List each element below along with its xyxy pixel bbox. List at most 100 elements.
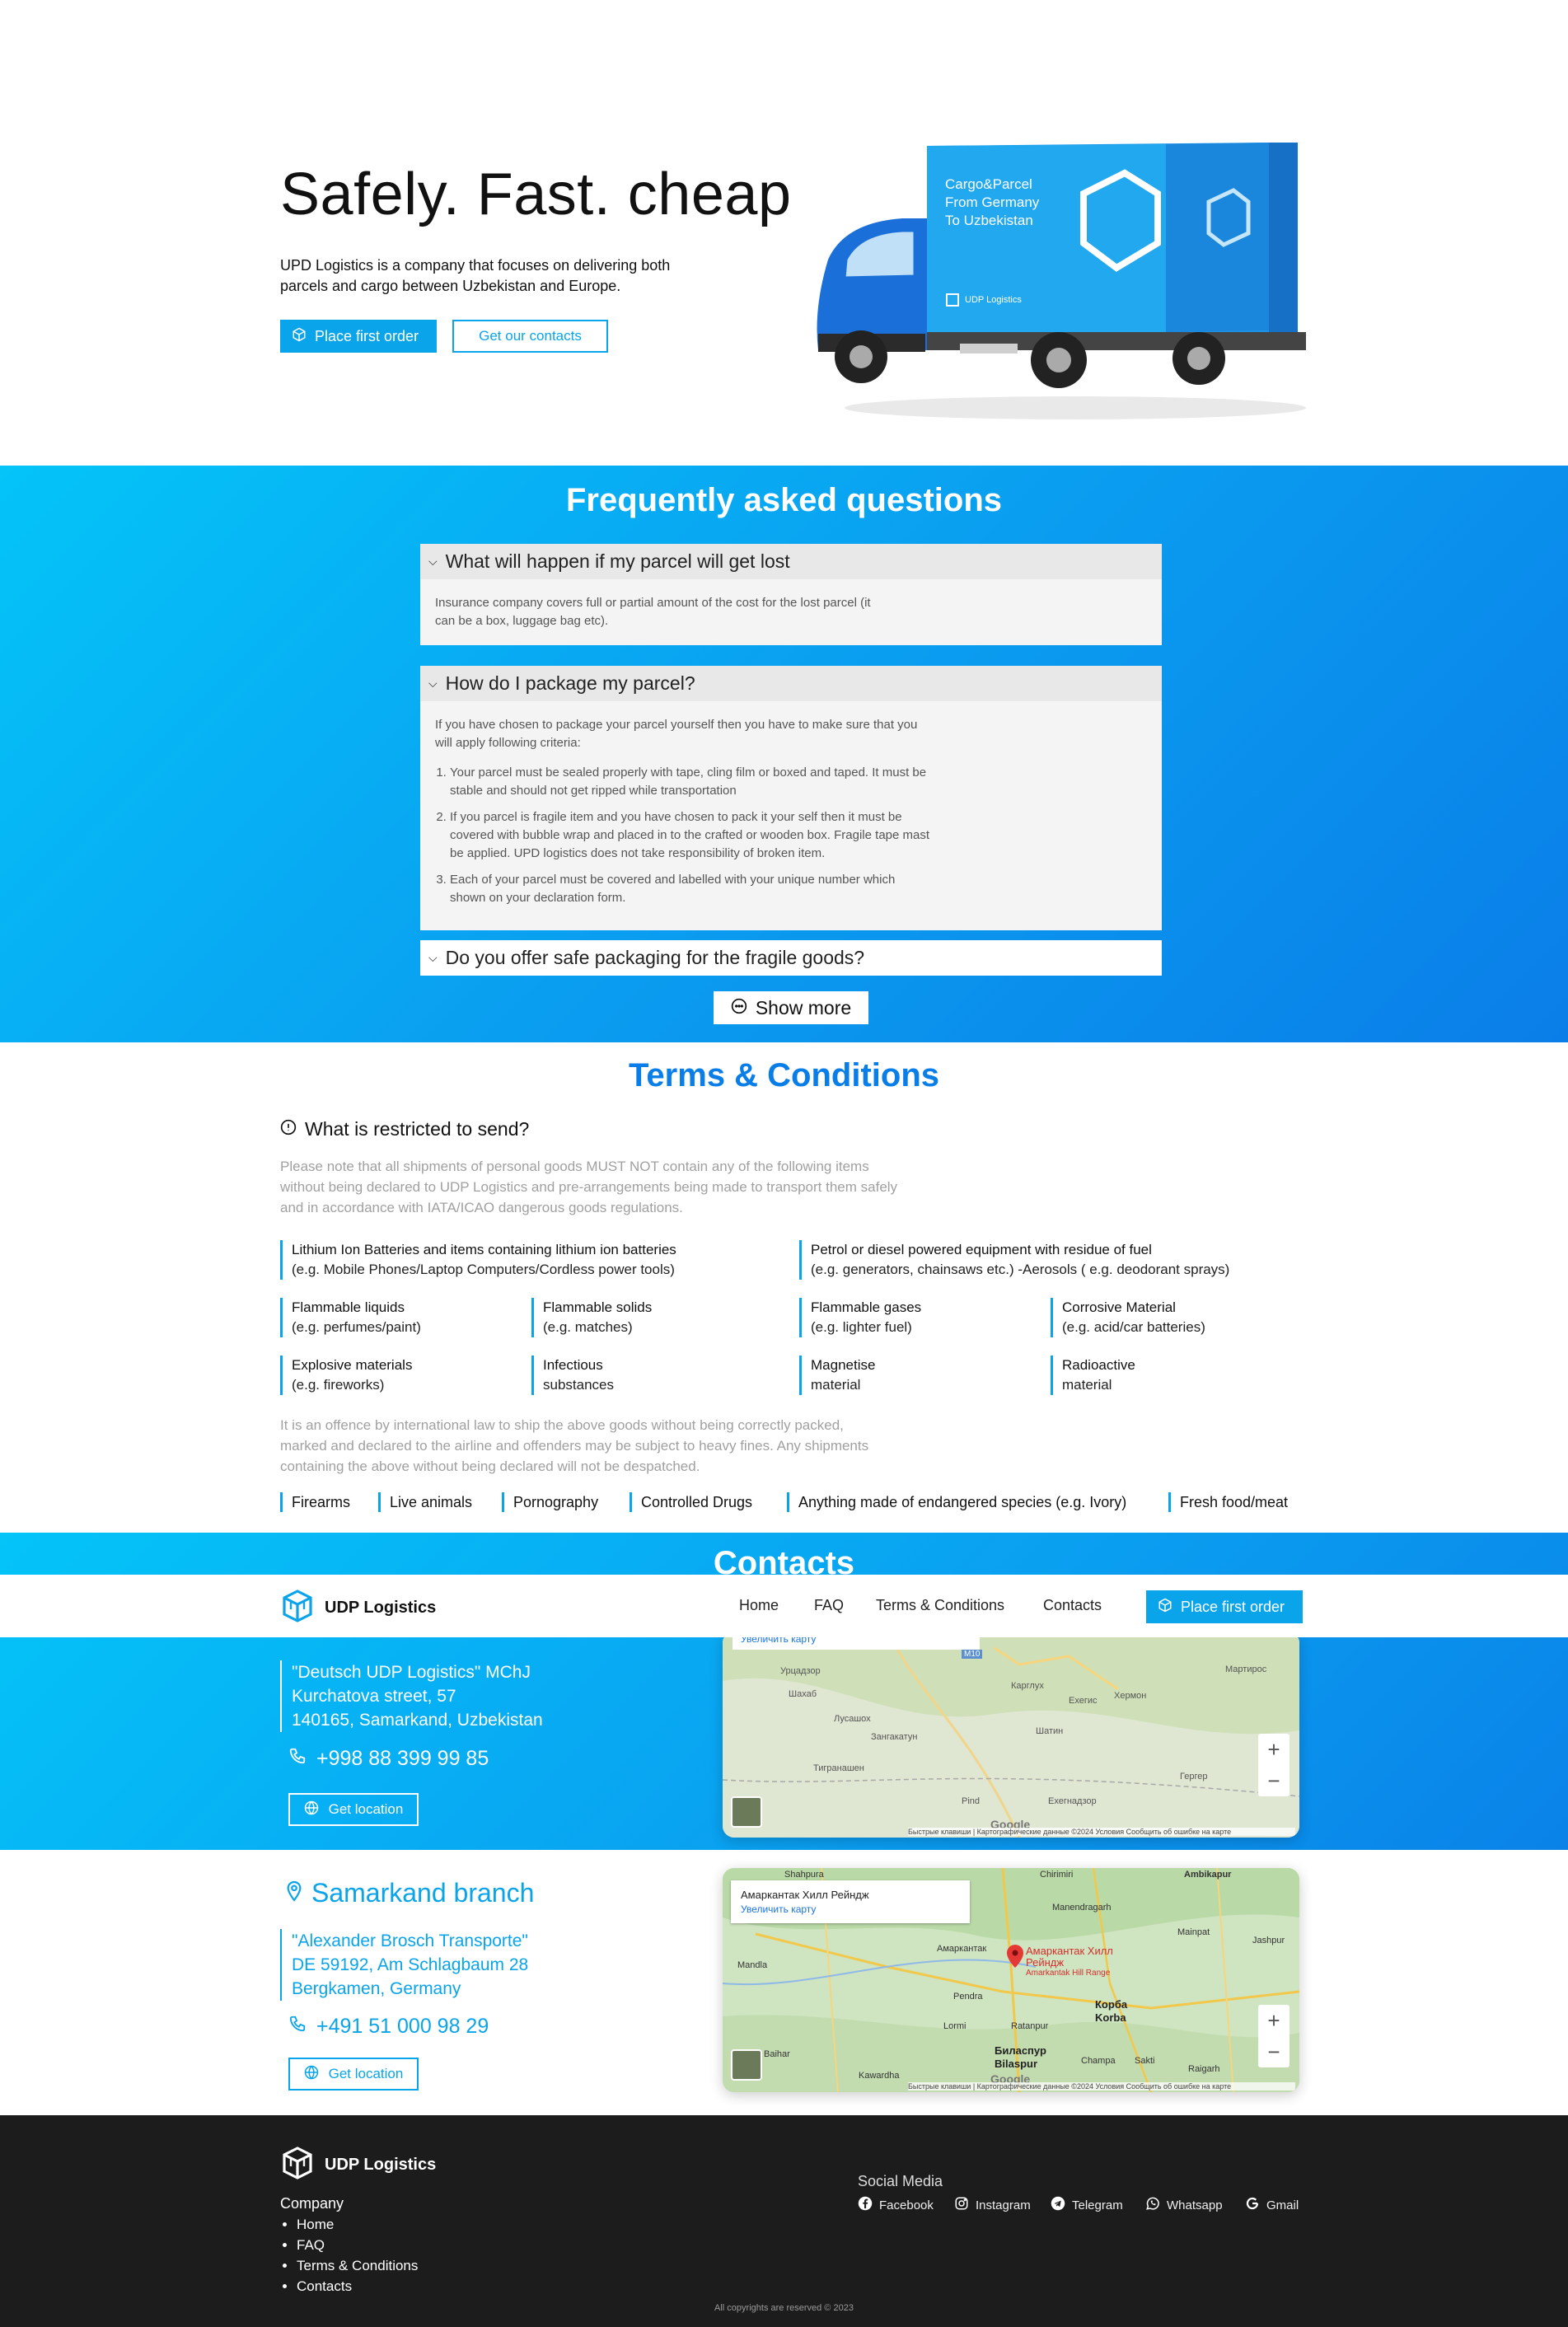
map-label: Raigarh [1188,2064,1220,2074]
get-location-label: Get location [328,1801,404,1817]
prohibited-item: Anything made of endangered species (e.g… [787,1492,1126,1512]
show-more-button[interactable]: Show more [714,991,868,1024]
truck-illustration: Cargo&Parcel From Germany To Uzbekistan … [817,143,1306,419]
social-label: Instagram [976,2198,1031,2212]
map-label: Тигранашен [813,1763,864,1773]
map-label: Lormi [943,2021,967,2031]
logo-icon [280,1589,315,1627]
faq-step: Each of your parcel must be covered and … [450,871,933,907]
branch2-phone[interactable]: +491 51 000 98 29 [288,2015,489,2039]
truck-text-1: Cargo&Parcel [945,176,1032,192]
social-gmail[interactable]: Gmail [1245,2196,1299,2214]
map-label: Ехегнадзор [1048,1796,1097,1806]
nav-place-first-order-label: Place first order [1181,1598,1285,1615]
map-label: Шахаб [789,1689,817,1699]
truck-brand-text: UDP Logistics [965,295,1022,305]
footer-link-faq[interactable]: FAQ [297,2235,418,2255]
map-place-name: Амаркантак Хилл Рейндж [741,1889,869,1901]
show-more-label: Show more [755,996,852,1018]
globe-icon [304,1800,319,1819]
chevron-down-icon: ⌵ [428,951,438,964]
map-satellite-toggle[interactable] [731,1796,762,1828]
restricted-heading: What is restricted to send? [280,1118,529,1140]
faq-question-toggle[interactable]: ⌵ How do I package my parcel? [420,666,1162,701]
map-label: Корба [1095,1998,1128,2011]
map-label: Лусашох [834,1714,871,1724]
nav-home[interactable]: Home [739,1597,779,1614]
map-label: Гергер [1180,1772,1208,1782]
branch2-map[interactable]: Амаркантак Хилл Рейндж Увеличить карту А… [723,1868,1299,2092]
map-label: Рind [962,1796,981,1806]
social-instagram[interactable]: Instagram [954,2196,1031,2214]
faq-question: How do I package my parcel? [445,672,695,694]
branch1-get-location-button[interactable]: Get location [288,1793,419,1826]
faq-item: ⌵ How do I package my parcel? If you hav… [420,666,1162,930]
social-label: Facebook [879,2198,934,2212]
faq-question-toggle[interactable]: ⌵ Do you offer safe packaging for the fr… [420,940,1162,976]
hero-section: Safely. Fast. cheap UPD Logistics is a c… [0,0,1568,466]
restricted-heading-text: What is restricted to send? [305,1118,530,1140]
zoom-out-icon[interactable]: − [1258,2036,1290,2067]
nav-terms[interactable]: Terms & Conditions [876,1597,1004,1614]
map-label: Korba [1095,2011,1126,2024]
faq-steps: Your parcel must be sealed properly with… [435,764,933,907]
logo-icon [280,2146,315,2184]
terms-title: Terms & Conditions [628,1057,940,1093]
prohibited-item: Live animals [378,1492,472,1512]
map-label: Mandla [737,1960,768,1970]
social-whatsapp[interactable]: Whatsapp [1145,2196,1223,2214]
footer-link-terms[interactable]: Terms & Conditions [297,2255,418,2276]
map-enlarge-link[interactable]: Увеличить карту [741,1903,816,1915]
nav-contacts[interactable]: Contacts [1043,1597,1102,1614]
branch2-title: Samarkand branch [311,1878,535,1908]
map-label: Ambikapur [1184,1870,1232,1880]
branch1-phone[interactable]: +998 88 399 99 85 [288,1747,489,1771]
restricted-item: Flammable gases (e.g. lighter fuel) [799,1298,921,1337]
footer-brand-name: UDP Logistics [325,2156,437,2174]
offence-notice: It is an offence by international law to… [280,1417,869,1474]
map-footer: Быстрые клавиши | Картографические данны… [908,1828,1295,1836]
footer-link-home[interactable]: Home [297,2214,418,2235]
alert-circle-icon [280,1118,297,1140]
zoom-in-icon[interactable]: + [1258,2005,1290,2036]
get-contacts-button[interactable]: Get our contacts [452,320,608,353]
nav-place-first-order-button[interactable]: Place first order [1146,1590,1303,1623]
location-pin-icon [285,1878,303,1908]
more-icon [731,997,747,1019]
faq-question: Do you offer safe packaging for the frag… [445,947,865,968]
branch2-get-location-button[interactable]: Get location [288,2058,419,2091]
box-icon [1158,1598,1172,1617]
place-first-order-button[interactable]: Place first order [280,320,437,353]
social-facebook[interactable]: Facebook [858,2196,934,2214]
map-label: Kawardha [859,2071,900,2081]
navbar-brand[interactable]: UDP Logistics [280,1589,436,1627]
nav-faq[interactable]: FAQ [814,1597,844,1614]
map-label: Карглух [1011,1681,1044,1691]
map-label: Урцадзор [780,1666,821,1676]
footer-brand[interactable]: UDP Logistics [280,2146,436,2184]
facebook-icon [858,2196,873,2214]
map-satellite-toggle[interactable] [731,2049,762,2081]
faq-question-toggle[interactable]: ⌵ What will happen if my parcel will get… [420,544,1162,579]
footer-link-contacts[interactable]: Contacts [297,2276,418,2297]
zoom-in-icon[interactable]: + [1258,1734,1290,1765]
map-label: Manendragarh [1052,1903,1112,1913]
map-zoom-controls[interactable]: + − [1258,2005,1290,2067]
social-telegram[interactable]: Telegram [1051,2196,1123,2214]
map-label: Шатин [1036,1726,1064,1736]
instagram-icon [954,2196,969,2214]
chevron-down-icon: ⌵ [428,555,438,568]
navbar: UDP Logistics Home FAQ Terms & Condition… [0,1575,1568,1637]
faq-answer: If you have chosen to package your parce… [420,701,948,930]
map-label: Chirimiri [1040,1870,1074,1880]
restricted-item: Flammable liquids (e.g. perfumes/paint) [280,1298,421,1337]
hero-description: UPD Logistics is a company that focuses … [280,257,671,294]
zoom-out-icon[interactable]: − [1258,1765,1290,1796]
branch2-phone-number: +491 51 000 98 29 [316,2015,489,2038]
prohibited-item: Firearms [280,1492,350,1512]
branch1-map[interactable]: Увеличить карту Урцадзор Шахаб Лусашох З… [723,1632,1299,1838]
map-road-label: M10 [962,1650,983,1659]
map-zoom-controls[interactable]: + − [1258,1734,1290,1796]
place-first-order-label: Place first order [315,327,419,344]
branch1-phone-number: +998 88 399 99 85 [316,1747,489,1770]
